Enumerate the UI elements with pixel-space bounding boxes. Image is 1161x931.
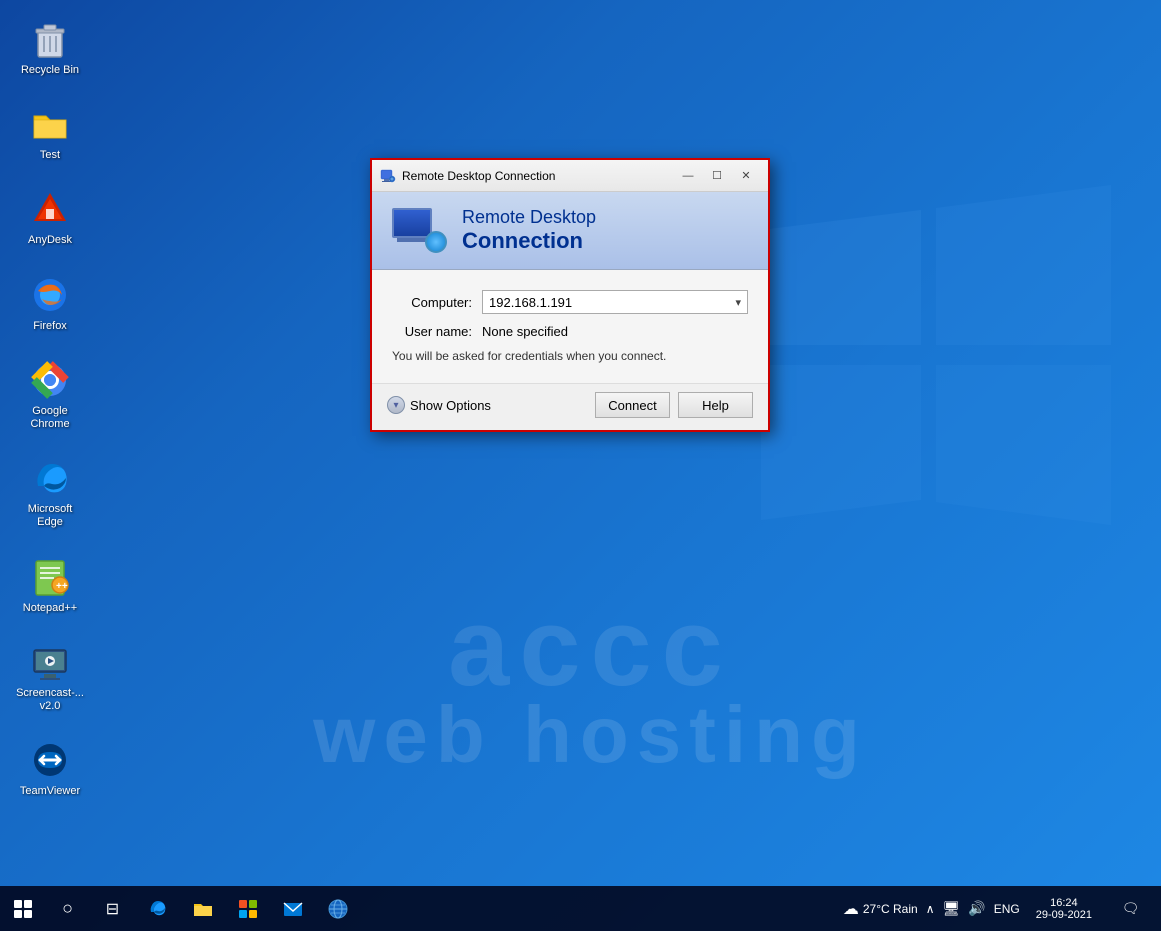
rdp-titlebar-icon (380, 168, 396, 184)
screencast-icon (29, 641, 71, 683)
globe-taskbar-icon (327, 898, 349, 920)
language-indicator[interactable]: ENG (994, 902, 1020, 916)
rdp-body: Computer: 192.168.1.191 ▾ User name: Non… (372, 270, 768, 383)
globe-icon (425, 231, 447, 253)
computer-field-row: Computer: 192.168.1.191 ▾ (392, 290, 748, 314)
rdp-header-icon (392, 208, 447, 253)
network-icon[interactable]: 🖥 (942, 900, 960, 917)
microsoft-edge-label: Microsoft Edge (14, 503, 86, 529)
desktop-icon-notepadpp[interactable]: ++ Notepad++ (10, 548, 90, 623)
test-folder-icon (29, 103, 71, 145)
edge-icon (147, 898, 169, 920)
anydesk-icon (29, 188, 71, 230)
rdp-window-controls: — ☐ ✕ (674, 165, 760, 187)
volume-icon[interactable]: 🔊 (968, 900, 985, 917)
windows-start-icon (14, 900, 32, 918)
desktop-icon-teamviewer[interactable]: TeamViewer (10, 731, 90, 806)
username-value: None specified (482, 324, 568, 339)
rdp-dialog: Remote Desktop Connection — ☐ ✕ Remote D… (370, 158, 770, 432)
monitor-icon (392, 208, 432, 238)
mail-icon (282, 898, 304, 920)
clock-date: 29-09-2021 (1036, 909, 1092, 921)
taskbar-edge[interactable] (135, 886, 180, 931)
windows-watermark (761, 180, 1111, 535)
clock-time: 16:24 (1050, 897, 1078, 909)
taskbar-store[interactable] (225, 886, 270, 931)
connect-button[interactable]: Connect (595, 392, 670, 418)
recycle-bin-label: Recycle Bin (14, 64, 86, 77)
weather-text: 27°C Rain (863, 902, 918, 916)
dropdown-arrow-icon: ▾ (735, 296, 741, 309)
anydesk-label: AnyDesk (14, 234, 86, 247)
rdp-header-title-line2: Connection (462, 228, 596, 254)
minimize-button[interactable]: — (674, 165, 702, 187)
rdp-header: Remote Desktop Connection (372, 192, 768, 270)
rdp-header-title: Remote Desktop Connection (462, 207, 596, 254)
maximize-button[interactable]: ☐ (703, 165, 731, 187)
close-button[interactable]: ✕ (732, 165, 760, 187)
weather-icon: ☁ (843, 899, 859, 919)
file-explorer-icon (192, 898, 214, 920)
teamviewer-label: TeamViewer (14, 785, 86, 798)
taskbar-taskview[interactable]: ⊟ (90, 886, 135, 931)
recycle-bin-icon (29, 18, 71, 60)
taskbar-explorer[interactable] (180, 886, 225, 931)
google-chrome-icon (29, 359, 71, 401)
rdp-footer: ▾ Show Options Connect Help (372, 383, 768, 430)
desktop-icons: Recycle Bin Test AnyDesk (10, 10, 90, 806)
computer-label: Computer: (392, 295, 482, 310)
chevron-icon[interactable]: ∧ (926, 902, 935, 916)
microsoft-edge-icon (29, 457, 71, 499)
desktop-icon-screencast[interactable]: Screencast-... v2.0 (10, 633, 90, 721)
teamviewer-icon (29, 739, 71, 781)
rdp-header-title-line1: Remote Desktop (462, 207, 596, 228)
username-field-row: User name: None specified (392, 324, 748, 339)
computer-value: 192.168.1.191 (489, 295, 572, 310)
test-label: Test (14, 149, 86, 162)
start-button[interactable] (0, 886, 45, 931)
screencast-label: Screencast-... v2.0 (14, 687, 86, 713)
desktop-icon-firefox[interactable]: Firefox (10, 266, 90, 341)
rdp-footer-buttons: Connect Help (595, 392, 753, 418)
desktop-icon-google-chrome[interactable]: Google Chrome (10, 351, 90, 439)
weather-widget[interactable]: ☁ 27°C Rain (843, 899, 918, 919)
taskbar-search[interactable]: ○ (45, 886, 90, 931)
rdp-titlebar[interactable]: Remote Desktop Connection — ☐ ✕ (372, 160, 768, 192)
taskbar-clock[interactable]: 16:24 29-09-2021 (1028, 897, 1100, 921)
watermark-hosting: web hosting (100, 689, 1081, 781)
taskbar-globe[interactable] (315, 886, 360, 931)
taskbar: ○ ⊟ (0, 886, 1161, 931)
watermark-accc: accc (100, 584, 1081, 711)
show-options-icon: ▾ (387, 396, 405, 414)
notepadpp-icon: ++ (29, 556, 71, 598)
notification-icon: 🗨 (1122, 900, 1140, 917)
desktop-icon-recycle-bin[interactable]: Recycle Bin (10, 10, 90, 85)
search-icon: ○ (62, 898, 73, 919)
desktop-icon-test[interactable]: Test (10, 95, 90, 170)
desktop: accc web hosting Recycle Bin (0, 0, 1161, 931)
notification-center[interactable]: 🗨 (1108, 886, 1153, 931)
store-icon (237, 898, 259, 920)
desktop-icon-microsoft-edge[interactable]: Microsoft Edge (10, 449, 90, 537)
firefox-icon (29, 274, 71, 316)
show-options-area[interactable]: ▾ Show Options (387, 396, 491, 414)
notepadpp-label: Notepad++ (14, 602, 86, 615)
desktop-icon-anydesk[interactable]: AnyDesk (10, 180, 90, 255)
taskbar-system-tray: ☁ 27°C Rain ∧ 🖥 🔊 ENG 16:24 29-09-2021 🗨 (843, 886, 1161, 931)
svg-text:++: ++ (56, 581, 68, 592)
username-label: User name: (392, 324, 482, 339)
computer-input[interactable]: 192.168.1.191 ▾ (482, 290, 748, 314)
google-chrome-label: Google Chrome (14, 405, 86, 431)
firefox-label: Firefox (14, 320, 86, 333)
rdp-title-text: Remote Desktop Connection (402, 169, 674, 183)
rdp-info-text: You will be asked for credentials when y… (392, 349, 748, 363)
help-button[interactable]: Help (678, 392, 753, 418)
taskview-icon: ⊟ (106, 899, 119, 919)
taskbar-mail[interactable] (270, 886, 315, 931)
show-options-label: Show Options (410, 398, 491, 413)
